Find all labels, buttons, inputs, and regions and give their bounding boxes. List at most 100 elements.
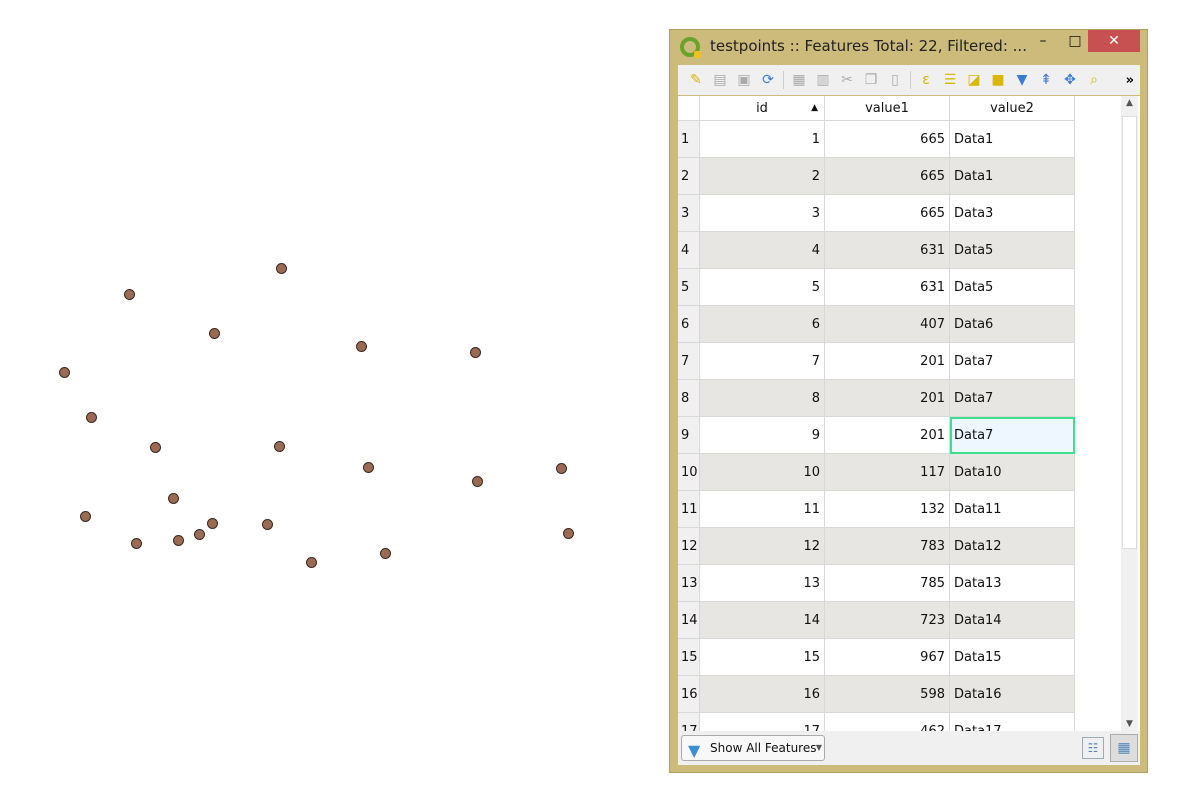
map-point[interactable]	[563, 528, 574, 539]
cell-value2[interactable]: Data3	[950, 195, 1075, 232]
cell-value1[interactable]: 201	[825, 380, 950, 417]
cut-icon[interactable]: ✂	[835, 68, 859, 92]
cell-value2[interactable]: Data17	[950, 713, 1075, 731]
map-point[interactable]	[262, 519, 273, 530]
deselect-icon[interactable]: ■	[986, 68, 1010, 92]
table-row[interactable]: 7 7 201 Data7	[678, 343, 1075, 380]
cell-value1[interactable]: 783	[825, 528, 950, 565]
add-feature-icon[interactable]: ▦	[787, 68, 811, 92]
cell-id[interactable]: 12	[700, 528, 825, 565]
map-point[interactable]	[274, 441, 285, 452]
more-tools-button[interactable]: »	[1126, 73, 1134, 88]
row-number[interactable]: 11	[678, 491, 700, 528]
table-row[interactable]: 9 9 201 Data7	[678, 417, 1075, 454]
pencil-icon[interactable]: ✎	[684, 68, 708, 92]
cell-value1[interactable]: 117	[825, 454, 950, 491]
cell-id[interactable]: 3	[700, 195, 825, 232]
map-point[interactable]	[209, 328, 220, 339]
map-point[interactable]	[124, 289, 135, 300]
cell-value1[interactable]: 631	[825, 269, 950, 306]
map-point[interactable]	[470, 347, 481, 358]
cell-value1[interactable]: 132	[825, 491, 950, 528]
reload-icon[interactable]: ⟳	[756, 68, 780, 92]
row-number[interactable]: 10	[678, 454, 700, 491]
cell-value1[interactable]: 723	[825, 602, 950, 639]
scroll-down-icon[interactable]: ▼	[1121, 719, 1138, 729]
form-view-button[interactable]: ☷	[1082, 737, 1104, 759]
map-point[interactable]	[356, 341, 367, 352]
table-row[interactable]: 5 5 631 Data5	[678, 269, 1075, 306]
map-point[interactable]	[380, 548, 391, 559]
cell-value2[interactable]: Data10	[950, 454, 1075, 491]
cell-value1[interactable]: 201	[825, 343, 950, 380]
cell-value1[interactable]: 967	[825, 639, 950, 676]
table-row[interactable]: 2 2 665 Data1	[678, 158, 1075, 195]
table-view-button[interactable]: ▦	[1110, 734, 1138, 762]
map-point[interactable]	[80, 511, 91, 522]
table-row[interactable]: 1717462Data17	[678, 713, 1075, 731]
cell-id[interactable]: 13	[700, 565, 825, 602]
row-number[interactable]: 12	[678, 528, 700, 565]
close-button[interactable]: ✕	[1088, 30, 1140, 52]
column-header-value2[interactable]: value2	[950, 96, 1075, 121]
paste-icon[interactable]: ▯	[883, 68, 907, 92]
table-row[interactable]: 3 3 665 Data3	[678, 195, 1075, 232]
cell-value1[interactable]: 462	[825, 713, 950, 731]
table-row[interactable]: 1 1 665 Data1	[678, 121, 1075, 158]
cell-id[interactable]: 8	[700, 380, 825, 417]
table-row[interactable]: 12 12 783 Data12	[678, 528, 1075, 565]
cell-value2[interactable]: Data7	[950, 417, 1075, 454]
cell-value1[interactable]: 631	[825, 232, 950, 269]
cell-id[interactable]: 6	[700, 306, 825, 343]
cell-value2[interactable]: Data5	[950, 232, 1075, 269]
cell-value1[interactable]: 665	[825, 158, 950, 195]
table-row[interactable]: 10 10 117 Data10	[678, 454, 1075, 491]
column-header-value1[interactable]: value1	[825, 96, 950, 121]
expression-select-icon[interactable]: ε	[914, 68, 938, 92]
map-point[interactable]	[194, 529, 205, 540]
title-bar[interactable]: testpoints :: Features Total: 22, Filter…	[670, 30, 1147, 64]
row-number[interactable]: 1	[678, 121, 700, 158]
maximize-button[interactable]: □	[1062, 30, 1088, 52]
map-point[interactable]	[86, 412, 97, 423]
save-icon[interactable]: ▣	[732, 68, 756, 92]
cell-value1[interactable]: 665	[825, 121, 950, 158]
map-point[interactable]	[131, 538, 142, 549]
scrollbar-thumb[interactable]	[1122, 116, 1137, 549]
scroll-up-icon[interactable]: ▲	[1121, 98, 1138, 108]
select-all-icon[interactable]: ☰	[938, 68, 962, 92]
cell-value2[interactable]: Data1	[950, 158, 1075, 195]
map-point[interactable]	[363, 462, 374, 473]
cell-id[interactable]: 11	[700, 491, 825, 528]
cell-id[interactable]: 10	[700, 454, 825, 491]
table-row[interactable]: 6 6 407 Data6	[678, 306, 1075, 343]
pan-to-selection-icon[interactable]: ✥	[1058, 68, 1082, 92]
cell-value2[interactable]: Data1	[950, 121, 1075, 158]
minimize-button[interactable]: –	[1030, 30, 1056, 52]
filter-icon[interactable]: ▼	[1010, 68, 1034, 92]
cell-value1[interactable]: 665	[825, 195, 950, 232]
move-selection-top-icon[interactable]: ⇞	[1034, 68, 1058, 92]
cell-id[interactable]: 1	[700, 121, 825, 158]
cell-value2[interactable]: Data5	[950, 269, 1075, 306]
zoom-to-selection-icon[interactable]: ⌕	[1082, 68, 1106, 92]
corner-header[interactable]	[678, 96, 700, 121]
row-number[interactable]: 4	[678, 232, 700, 269]
cell-value2[interactable]: Data6	[950, 306, 1075, 343]
cell-id[interactable]: 15	[700, 639, 825, 676]
row-number[interactable]: 17	[678, 713, 700, 731]
row-number[interactable]: 13	[678, 565, 700, 602]
invert-selection-icon[interactable]: ◪	[962, 68, 986, 92]
multi-edit-icon[interactable]: ▤	[708, 68, 732, 92]
map-point[interactable]	[472, 476, 483, 487]
cell-value2[interactable]: Data12	[950, 528, 1075, 565]
cell-value2[interactable]: Data7	[950, 343, 1075, 380]
map-point[interactable]	[276, 263, 287, 274]
cell-id[interactable]: 16	[700, 676, 825, 713]
map-point[interactable]	[556, 463, 567, 474]
cell-id[interactable]: 2	[700, 158, 825, 195]
row-number[interactable]: 2	[678, 158, 700, 195]
map-point[interactable]	[306, 557, 317, 568]
cell-value2[interactable]: Data7	[950, 380, 1075, 417]
show-all-features-button[interactable]: ▼ Show All Features ▼	[681, 735, 825, 761]
